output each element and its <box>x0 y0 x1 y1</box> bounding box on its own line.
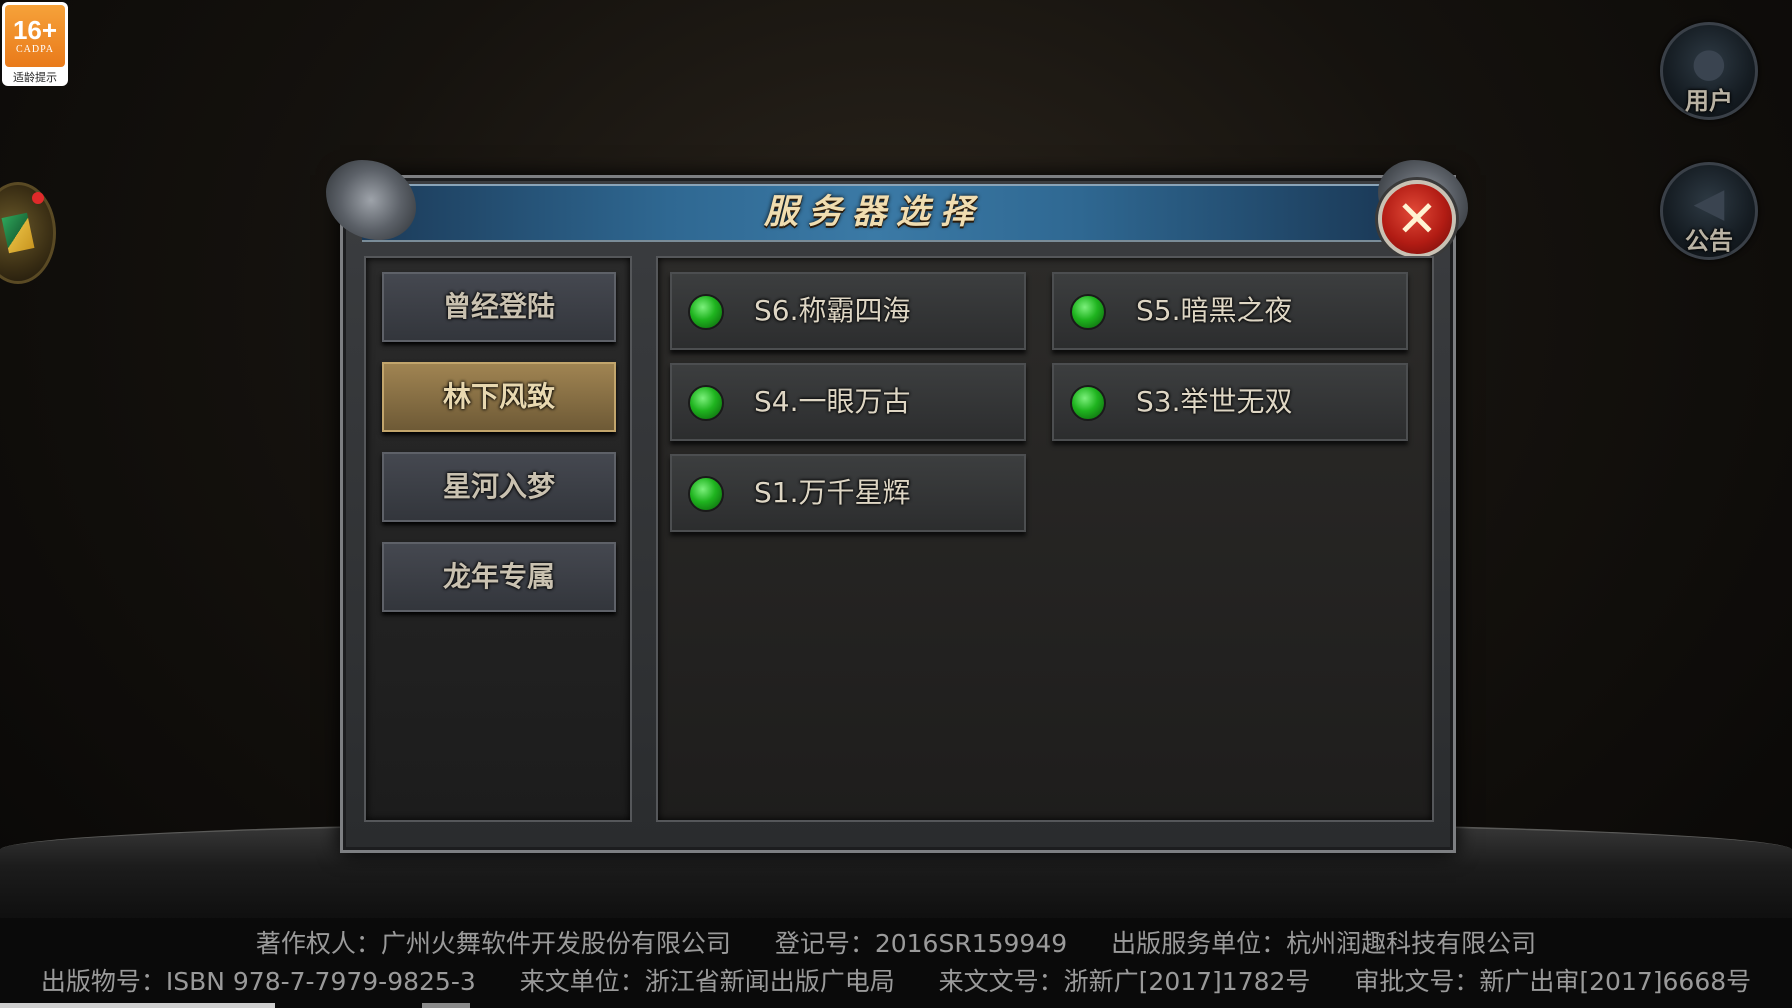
category-tab-linxia[interactable]: 林下风致 <box>382 362 616 432</box>
notice-button[interactable]: ◀ 公告 <box>1660 162 1758 260</box>
server-name: S5.暗黑之夜 <box>1136 294 1293 327</box>
registration-number: 登记号：2016SR159949 <box>774 929 1068 958</box>
server-status-icon <box>688 385 724 421</box>
age-rating-number: 16+ <box>12 15 58 45</box>
category-tab-longnian[interactable]: 龙年专属 <box>382 542 616 612</box>
bottom-scrollbar-thumb[interactable] <box>422 1003 470 1008</box>
server-item[interactable]: S5.暗黑之夜 <box>1052 272 1408 350</box>
copyright-line-2: 出版物号：ISBN 978-7-7979-9825-3 来文单位：浙江省新闻出版… <box>0 962 1792 998</box>
speaker-icon: ◀ <box>1693 180 1725 226</box>
server-name: S3.举世无双 <box>1136 385 1293 418</box>
server-name: S6.称霸四海 <box>754 294 911 327</box>
user-button-label: 用户 <box>1685 87 1733 115</box>
document-number: 来文文号：浙新广[2017]1782号 <box>938 967 1311 996</box>
age-rating-tip: 适龄提示 <box>13 71 57 84</box>
server-status-icon <box>688 476 724 512</box>
publishing-service: 出版服务单位：杭州润趣科技有限公司 <box>1111 929 1537 958</box>
book-icon <box>1 212 35 254</box>
server-item[interactable]: S1.万千星辉 <box>670 454 1026 532</box>
server-status-icon <box>1070 385 1106 421</box>
copyright-line-1: 著作权人：广州火舞软件开发股份有限公司 登记号：2016SR159949 出版服… <box>0 924 1792 960</box>
server-item[interactable]: S3.举世无双 <box>1052 363 1408 441</box>
user-button[interactable]: ● 用户 <box>1660 22 1758 120</box>
close-button[interactable]: ✕ <box>1378 180 1456 258</box>
notice-button-label: 公告 <box>1685 227 1733 255</box>
publication-number: 出版物号：ISBN 978-7-7979-9825-3 <box>40 967 476 996</box>
copyright-owner: 著作权人：广州火舞软件开发股份有限公司 <box>255 929 731 958</box>
user-icon: ● <box>1691 40 1727 86</box>
category-tab-xinghe[interactable]: 星河入梦 <box>382 452 616 522</box>
age-rating-badge[interactable]: 16+ CADPA 适龄提示 <box>2 2 68 86</box>
server-name: S1.万千星辉 <box>754 476 911 509</box>
server-item[interactable]: S6.称霸四海 <box>670 272 1026 350</box>
issuing-unit: 来文单位：浙江省新闻出版广电局 <box>519 967 895 996</box>
category-tab-recent[interactable]: 曾经登陆 <box>382 272 616 342</box>
server-status-icon <box>688 294 724 330</box>
age-rating-icon: 16+ CADPA <box>5 5 65 67</box>
dialog-title: 服务器选择 <box>764 192 984 232</box>
close-icon: ✕ <box>1396 190 1438 248</box>
server-name: S4.一眼万古 <box>754 385 911 418</box>
age-rating-org: CADPA <box>16 44 54 55</box>
server-status-icon <box>1070 294 1106 330</box>
server-item[interactable]: S4.一眼万古 <box>670 363 1026 441</box>
notification-dot <box>32 192 44 204</box>
bottom-scrollbar[interactable] <box>0 1003 275 1008</box>
approval-number: 审批文号：新广出审[2017]6668号 <box>1354 967 1752 996</box>
